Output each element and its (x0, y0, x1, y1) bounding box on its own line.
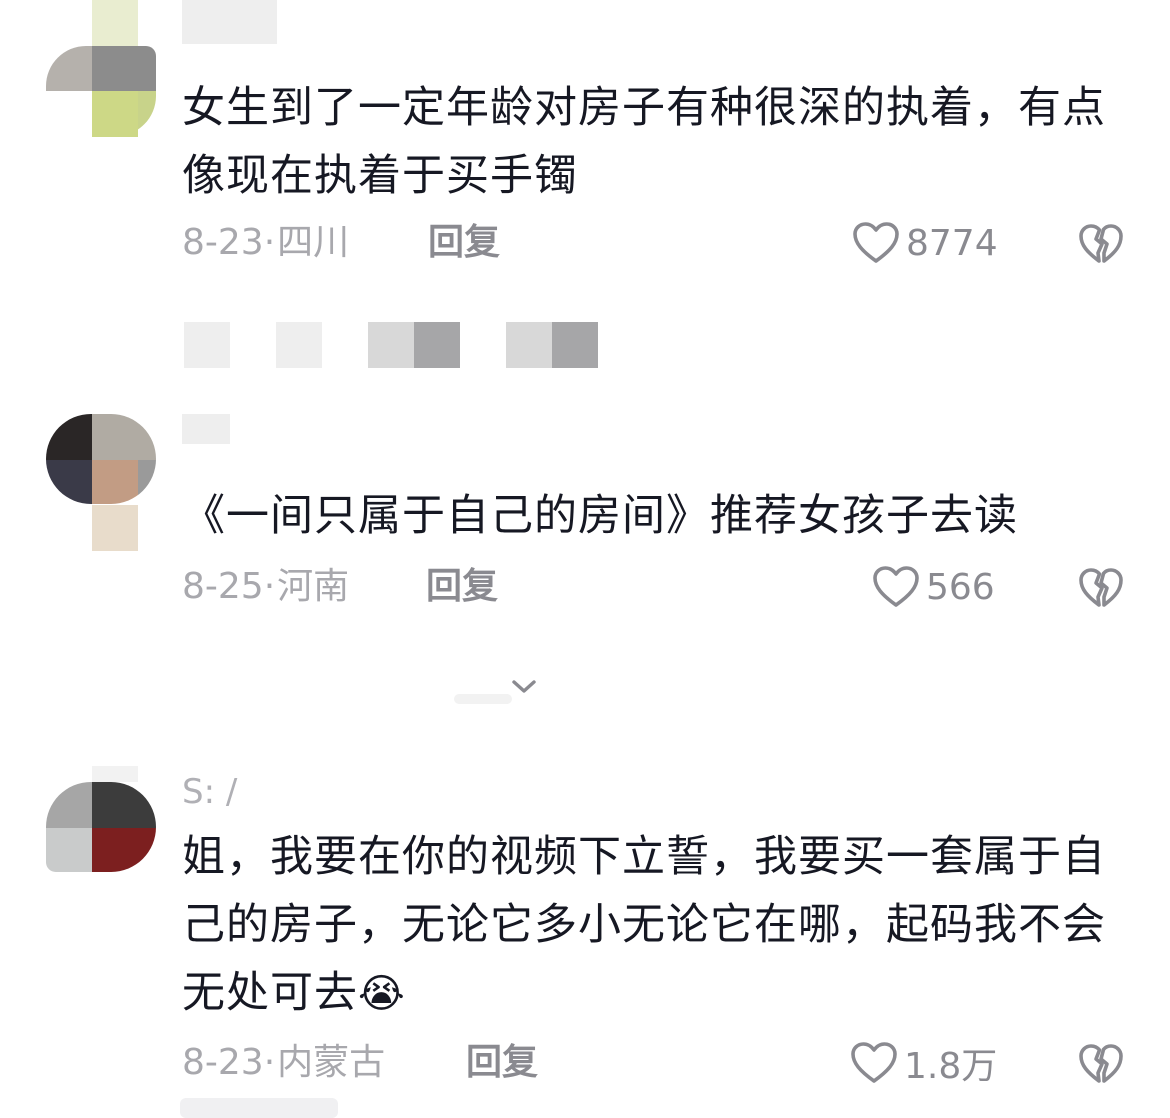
comment-location: 四川 (277, 222, 350, 263)
comment-meta: 8-23·四川 回复 8774 (182, 218, 1124, 268)
meta-dot: · (263, 222, 276, 263)
comment-meta: 8-25·河南 回复 566 (182, 562, 1124, 612)
heart-icon (853, 222, 899, 263)
blurred-label (454, 694, 512, 704)
like-count: 8774 (906, 222, 998, 264)
reply-button[interactable]: 回复 (428, 218, 500, 268)
username[interactable]: S: / (182, 772, 237, 812)
like-count: 1.8万 (904, 1046, 998, 1087)
comment-location: 河南 (277, 566, 350, 607)
expand-replies[interactable] (440, 670, 560, 710)
like-button[interactable]: 8774 (852, 218, 998, 268)
like-count: 566 (926, 566, 995, 608)
comment-text: 女生到了一定年龄对房子有种很深的执着，有点像现在执着于买手镯 (182, 83, 1106, 201)
reply-button[interactable]: 回复 (426, 562, 498, 612)
heart-icon (873, 566, 919, 607)
heart-icon (851, 1042, 897, 1083)
comment-text: 《一间只属于自己的房间》推荐女孩子去读 (182, 491, 1018, 541)
avatar[interactable] (46, 414, 156, 504)
chevron-down-icon (512, 680, 536, 693)
reply-button[interactable]: 回复 (466, 1038, 538, 1088)
comment-text-body: 姐，我要在你的视频下立誓，我要买一套属于自己的房子，无论它多小无论它在哪，起码我… (182, 832, 1106, 1018)
comment-text: 姐，我要在你的视频下立誓，我要买一套属于自己的房子，无论它多小无论它在哪，起码我… (182, 823, 1112, 1028)
meta-dot: · (263, 1042, 276, 1083)
username-blurred (182, 0, 277, 44)
username-blurred (182, 414, 230, 444)
comment-date: 8-23 (182, 222, 264, 263)
comment-date: 8-25 (182, 566, 264, 607)
crying-face-emoji: 😭 (358, 971, 406, 1017)
broken-heart-dislike-icon[interactable] (1078, 220, 1124, 266)
meta-dot: · (263, 566, 276, 607)
comment-location: 内蒙古 (277, 1042, 386, 1083)
like-button[interactable]: 1.8万 (850, 1038, 997, 1088)
broken-heart-dislike-icon[interactable] (1078, 1040, 1124, 1086)
author-tag-partial (180, 1098, 338, 1118)
like-button[interactable]: 566 (872, 562, 995, 612)
avatar[interactable] (46, 782, 156, 872)
broken-heart-dislike-icon[interactable] (1078, 564, 1124, 610)
comment-meta: 8-23·内蒙古 回复 1.8万 (182, 1038, 1124, 1088)
comment-date: 8-23 (182, 1042, 264, 1083)
